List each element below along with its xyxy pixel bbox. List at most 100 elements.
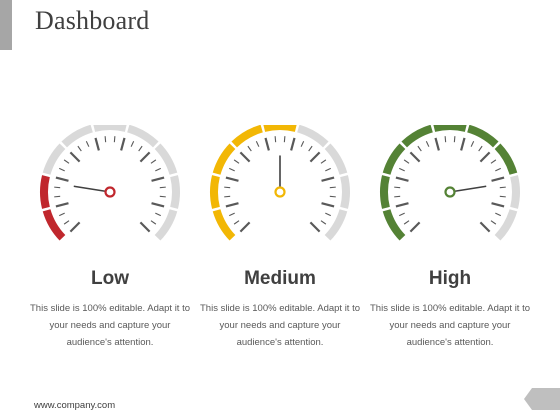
gauge-tick (309, 221, 321, 233)
gauge-tick (247, 145, 252, 152)
gauge-tick (320, 220, 327, 225)
gauge-segment (263, 125, 297, 132)
gauge-tick (495, 167, 501, 172)
gauge-tick (54, 186, 61, 189)
gauge-tick (224, 186, 231, 189)
gauge-tick (113, 136, 116, 143)
gauge-tick (394, 186, 401, 189)
gauge-tick (59, 167, 65, 172)
gauge-tick (479, 221, 491, 233)
gauge-tick (491, 176, 505, 182)
gauge-tick (409, 151, 421, 163)
gauge-tick (139, 151, 151, 163)
gauge-tick (225, 176, 239, 182)
gauge-tick (69, 151, 81, 163)
gauge-tick (233, 159, 240, 164)
gauge-tick (403, 159, 410, 164)
gauge-tick (150, 159, 157, 164)
gauge-tick (495, 212, 501, 217)
gauge-svg (380, 125, 520, 241)
page-title: Dashboard (35, 6, 150, 35)
gauge-medium-description: This slide is 100% editable. Adapt it to… (200, 303, 361, 348)
gauge-tick (490, 220, 497, 225)
gauge-tick (77, 145, 82, 152)
gauge-tick (290, 137, 296, 151)
gauge-high-label: High (428, 268, 472, 289)
gauge-tick (399, 212, 405, 217)
gauge-tick (239, 151, 251, 163)
gauge-tick (233, 220, 240, 225)
gauge-tick (255, 141, 260, 147)
gauge-tick (139, 221, 151, 233)
gauge-tick (499, 195, 506, 198)
gauge-tick (300, 141, 305, 147)
gauge-tick (478, 145, 483, 152)
gauge-tick (320, 159, 327, 164)
gauge-tick (395, 176, 409, 182)
gauge-tick (395, 202, 409, 208)
gauge-tick (63, 159, 70, 164)
gauge-segment (340, 175, 350, 209)
gauge-segment (170, 175, 180, 209)
gauge-medium-label: Medium (244, 268, 316, 289)
gauge-tick (329, 195, 336, 198)
gauge-tick (229, 167, 235, 172)
gauge-tick (490, 159, 497, 164)
gauge-tick (425, 141, 430, 147)
gauge-hub (104, 186, 116, 198)
gauge-tick (329, 186, 336, 189)
gauge-tick (63, 220, 70, 225)
corner-tab (524, 388, 560, 410)
gauge-segment (510, 175, 520, 209)
gauge-tick (309, 151, 321, 163)
gauge-tick (239, 221, 251, 233)
gauge-tick (325, 212, 331, 217)
gauge-tick (417, 145, 422, 152)
gauge-tick (229, 212, 235, 217)
gauge-tick (155, 167, 161, 172)
gauge-high (375, 125, 525, 260)
gauge-segment (40, 175, 50, 209)
gauge-tick (54, 195, 61, 198)
gauge-segment (380, 175, 390, 209)
gauge-tick (55, 202, 69, 208)
gauge-tick (434, 137, 440, 151)
gauge-tick (491, 202, 505, 208)
gauge-medium (205, 125, 355, 260)
gauge-tick (94, 137, 100, 151)
gauge-svg (40, 125, 180, 241)
gauge-svg (210, 125, 350, 241)
gauge-tick (130, 141, 135, 147)
gauge-tick (264, 137, 270, 151)
gauge-tick (120, 137, 126, 151)
gauge-tick (460, 137, 466, 151)
gauge-tick (225, 202, 239, 208)
gauge-low-label: Low (91, 268, 129, 289)
gauge-tick (470, 141, 475, 147)
gauge-tick (409, 221, 421, 233)
gauge-hub (274, 186, 286, 198)
gauge-tick (159, 186, 166, 189)
gauge-tick (399, 167, 405, 172)
gauge-tick (155, 212, 161, 217)
gauge-tick (151, 176, 165, 182)
gauge-tick (224, 195, 231, 198)
gauge-tick (453, 136, 456, 143)
gauge-segment (210, 175, 220, 209)
gauge-tick (150, 220, 157, 225)
gauge-tick (85, 141, 90, 147)
gauge-tick (499, 186, 506, 189)
gauge-tick (151, 202, 165, 208)
gauge-tick (325, 167, 331, 172)
gauge-tick (308, 145, 313, 152)
gauge-segment (93, 125, 127, 132)
gauge-tick (394, 195, 401, 198)
gauge-tick (138, 145, 143, 152)
gauge-tick (444, 136, 447, 143)
footer-url: www.company.com (34, 400, 116, 411)
gauge-high-description: This slide is 100% editable. Adapt it to… (370, 303, 531, 348)
gauge-tick (159, 195, 166, 198)
gauge-hub (444, 186, 456, 198)
gauge-tick (69, 221, 81, 233)
gauge-segment (433, 125, 467, 132)
